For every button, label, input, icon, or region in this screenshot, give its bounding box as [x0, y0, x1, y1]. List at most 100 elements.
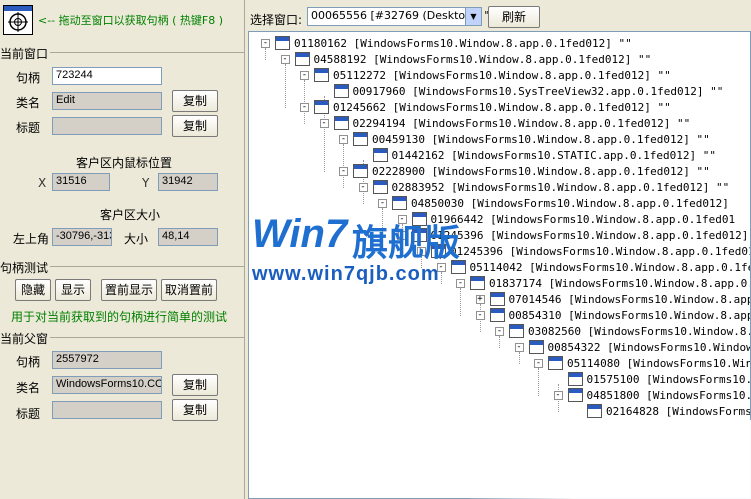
tree-item-label: 04850030 [WindowsForms10.Window.8.app.0.…: [411, 197, 729, 210]
tree-connector-line: [265, 48, 266, 60]
collapse-icon[interactable]: -: [280, 55, 290, 64]
window-icon: [470, 276, 485, 290]
tree-item-label: 04851800 [WindowsForms10.Wi: [586, 389, 751, 402]
window-icon: [372, 180, 388, 194]
tree-item-label: 01575100 [WindowsForms10.ST: [586, 373, 751, 386]
window-icon: [314, 68, 329, 82]
tree-item-label: 01442162 [WindowsForms10.STATIC.app.0.1f…: [391, 149, 717, 162]
collapse-icon[interactable]: -: [495, 327, 504, 336]
client-size-title: 客户区大小: [100, 208, 161, 222]
collapse-icon[interactable]: -: [300, 103, 309, 112]
watermark-brand-cn: 旗舰版: [352, 222, 461, 263]
tree-item-label: 00917960 [WindowsForms10.SysTreeView32.a…: [352, 85, 724, 98]
collapse-icon[interactable]: -: [378, 199, 387, 208]
untopmost-button[interactable]: 取消置前: [161, 279, 217, 301]
tree-item-label: 05114080 [WindowsForms10.Windo: [567, 357, 751, 370]
handle-test-group-title: 句柄测试: [0, 259, 51, 276]
hide-button[interactable]: 隐藏: [15, 279, 51, 301]
window-icon: [489, 308, 505, 322]
window-icon: [372, 148, 388, 162]
size-field[interactable]: 48,14: [158, 228, 218, 246]
tree-item-label: 05112272 [WindowsForms10.Window.8.app.0.…: [333, 69, 671, 82]
window-icon: [548, 356, 563, 370]
window-icon: [333, 116, 349, 130]
collapse-icon[interactable]: -: [456, 279, 465, 288]
collapse-icon[interactable]: -: [475, 311, 485, 320]
caption-field[interactable]: [52, 117, 162, 135]
tree-item-label: 02294194 [WindowsForms10.Window.8.app.0.…: [352, 117, 691, 130]
collapse-icon[interactable]: -: [339, 167, 348, 176]
tree-item-label: 01966442 [WindowsForms10.Window.8.app.0.…: [430, 213, 736, 226]
chevron-down-icon[interactable]: ▼: [465, 8, 481, 25]
tree-item-label: 01180162 [WindowsForms10.Window.8.app.0.…: [294, 37, 632, 50]
parent-class-field[interactable]: WindowsForms10.COM: [52, 376, 162, 394]
class-field[interactable]: Edit: [52, 92, 162, 110]
refresh-button[interactable]: 刷新: [488, 6, 540, 28]
tree-item-label: 02228900 [WindowsForms10.Window.8.app.0.…: [372, 165, 710, 178]
tree-item-label: 02164828 [WindowsForms10: [606, 405, 751, 418]
collapse-icon[interactable]: -: [339, 135, 348, 144]
tree-item-label: 05114042 [WindowsForms10.Window.8.app.0.…: [469, 261, 751, 274]
collapse-icon[interactable]: -: [358, 183, 368, 192]
tree-connector-line: [284, 64, 286, 108]
mouse-pos-title: 客户区内鼠标位置: [76, 156, 173, 170]
topleft-label: 左上角: [13, 232, 50, 246]
tree-item-label: 00459130 [WindowsForms10.Window.8.app.0.…: [372, 133, 710, 146]
copy-parent-class-button[interactable]: 复制: [172, 374, 218, 396]
tree-connector-line: [440, 272, 442, 284]
topmost-button[interactable]: 置前显示: [101, 279, 157, 301]
copy-parent-caption-button[interactable]: 复制: [172, 399, 218, 421]
window-icon: [509, 324, 524, 338]
window-icon: [353, 132, 368, 146]
parent-window-group-title: 当前父窗: [0, 330, 51, 347]
tree-item-label: 01245396 [WindowsForms10.Window.8.app.0.…: [450, 245, 751, 258]
collapse-icon[interactable]: -: [553, 391, 563, 400]
parent-handle-field[interactable]: 2557972: [52, 351, 162, 369]
window-icon: [489, 292, 505, 306]
x-label: X: [38, 176, 47, 190]
tree-item-label: 03082560 [WindowsForms10.Window.8.a: [528, 325, 751, 338]
show-button[interactable]: 显示: [55, 279, 91, 301]
parent-caption-field[interactable]: [52, 401, 162, 419]
parent-caption-label: 标题: [16, 407, 41, 421]
tree-item-label: 02883952 [WindowsForms10.Window.8.app.0.…: [391, 181, 730, 194]
tree-item-label: 07014546 [WindowsForms10.Window.8.app.0.…: [508, 293, 751, 306]
finder-target-icon[interactable]: [3, 5, 33, 35]
expand-icon[interactable]: +: [475, 295, 485, 304]
watermark-url: www.win7qjb.com: [252, 263, 440, 285]
window-icon: [275, 36, 290, 50]
window-icon: [333, 84, 349, 98]
window-icon: [567, 388, 583, 402]
x-field[interactable]: 31516: [52, 173, 110, 191]
window-icon: [314, 100, 329, 114]
tree-item-label: 04588192 [WindowsForms10.Window.8.app.0.…: [313, 53, 652, 66]
collapse-icon[interactable]: -: [261, 39, 270, 48]
window-icon: [528, 340, 544, 354]
y-field[interactable]: 31942: [158, 173, 218, 191]
handle-label: 句柄: [16, 71, 41, 85]
copy-class-button[interactable]: 复制: [172, 90, 218, 112]
watermark-fade: [470, 420, 751, 499]
tree-connector-line: [460, 288, 461, 316]
copy-caption-button[interactable]: 复制: [172, 115, 218, 137]
window-icon: [353, 164, 368, 178]
handle-field[interactable]: 723244: [52, 67, 162, 85]
tree-item-label: 01245662 [WindowsForms10.Window.8.app.0.…: [333, 101, 671, 114]
collapse-icon[interactable]: -: [514, 343, 524, 352]
collapse-icon[interactable]: -: [534, 359, 543, 368]
window-icon: [567, 372, 583, 386]
collapse-icon[interactable]: -: [319, 119, 329, 128]
tree-connector-line: [499, 336, 500, 348]
panel-separator: [244, 0, 245, 499]
parent-handle-label: 句柄: [16, 355, 41, 369]
parent-class-label: 类名: [16, 381, 41, 395]
y-label: Y: [142, 176, 150, 190]
finder-hint: <-- 拖动至窗口以获取句柄 ( 热键F8 ): [38, 14, 224, 27]
tree-item-label: 00854310 [WindowsForms10.Window.8.app.0.…: [508, 309, 751, 322]
tree-item-label: 00854322 [WindowsForms10.Window.: [547, 341, 751, 354]
tree-connector-line: [538, 368, 539, 396]
class-label: 类名: [16, 96, 41, 110]
select-window-dropdown[interactable]: 00065556 [#32769 (Desktop)] "" ▼: [307, 7, 494, 26]
topleft-field[interactable]: -30796,-313: [52, 228, 112, 246]
collapse-icon[interactable]: -: [300, 71, 309, 80]
